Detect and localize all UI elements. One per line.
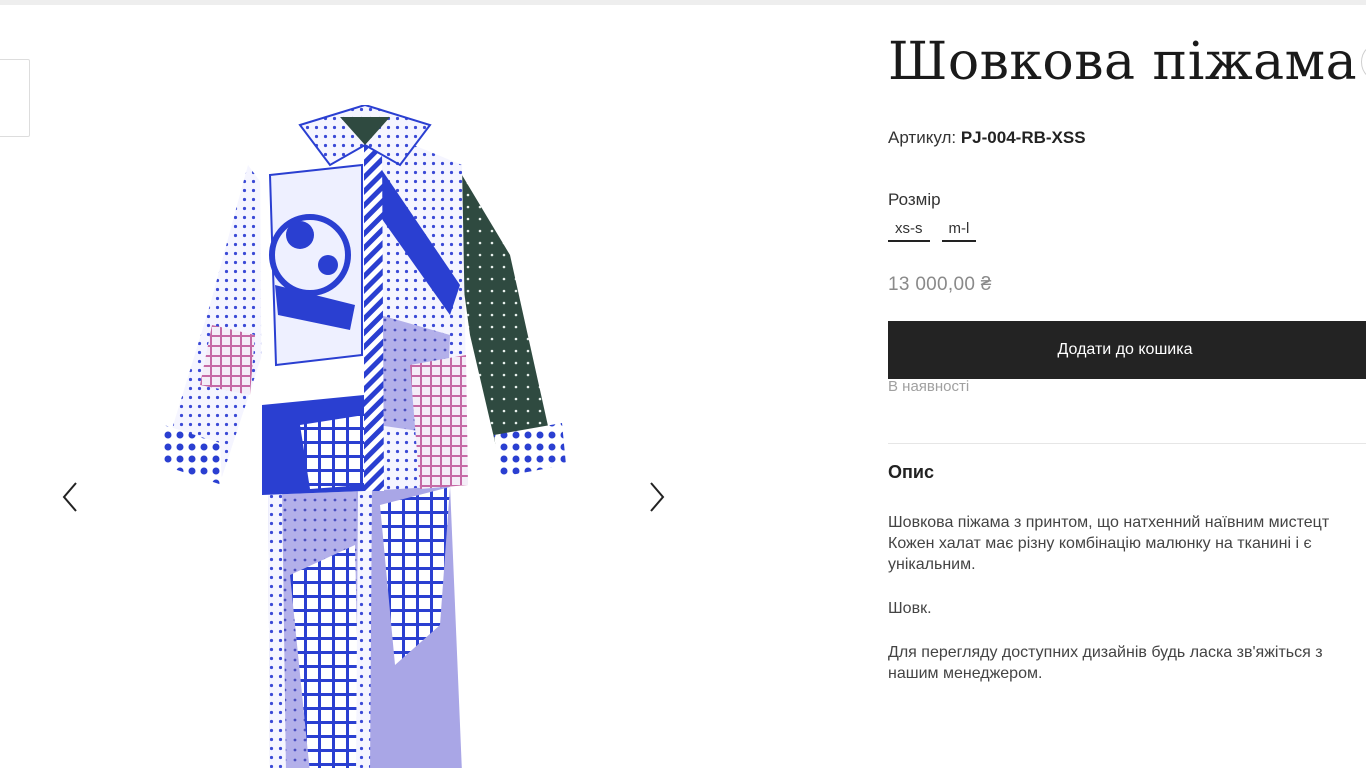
description-paragraph: Шовк.: [888, 598, 1366, 619]
description-line: Шовк.: [888, 600, 932, 617]
size-label: Розмір: [888, 190, 941, 209]
size-option-m-l[interactable]: m-l: [941, 220, 977, 242]
description-line: унікальним.: [888, 556, 976, 573]
description-line: Шовкова піжама з принтом, що натхенний н…: [888, 514, 1330, 531]
stock-status: В наявності: [888, 378, 970, 395]
sku-value: PJ-004-RB-XSS: [960, 128, 1086, 147]
product-title: Шовкова піжама: [888, 32, 1358, 92]
description-body: Шовкова піжама з принтом, що натхенний н…: [888, 512, 1366, 707]
size-option-xs-s[interactable]: xs-s: [888, 220, 930, 242]
product-price: 13 000,00 ₴: [888, 274, 992, 295]
product-gallery: [0, 5, 740, 768]
product-info: Шовкова піжама Артикул: PJ-004-RB-XSS Ро…: [888, 0, 1366, 768]
add-to-cart-button[interactable]: Додати до кошика: [888, 321, 1366, 379]
description-heading: Опис: [888, 462, 934, 482]
sku-line: Артикул: PJ-004-RB-XSS: [888, 128, 1086, 148]
description-paragraph: Для перегляду доступних дизайнів будь ла…: [888, 642, 1366, 684]
description-line: Для перегляду доступних дизайнів будь ла…: [888, 644, 1323, 661]
product-image: [162, 105, 566, 768]
divider: [888, 443, 1366, 444]
chevron-right-icon: [650, 482, 665, 512]
gallery-next-button[interactable]: [642, 477, 672, 517]
description-line: нашим менеджером.: [888, 665, 1043, 682]
description-paragraph: Шовкова піжама з принтом, що натхенний н…: [888, 512, 1366, 575]
description-line: Кожен халат має різну комбінацію малюнку…: [888, 535, 1312, 552]
gallery-prev-button[interactable]: [55, 477, 85, 517]
sku-label: Артикул:: [888, 128, 957, 147]
size-options: xs-s m-l: [888, 220, 977, 242]
chevron-left-icon: [62, 482, 77, 512]
